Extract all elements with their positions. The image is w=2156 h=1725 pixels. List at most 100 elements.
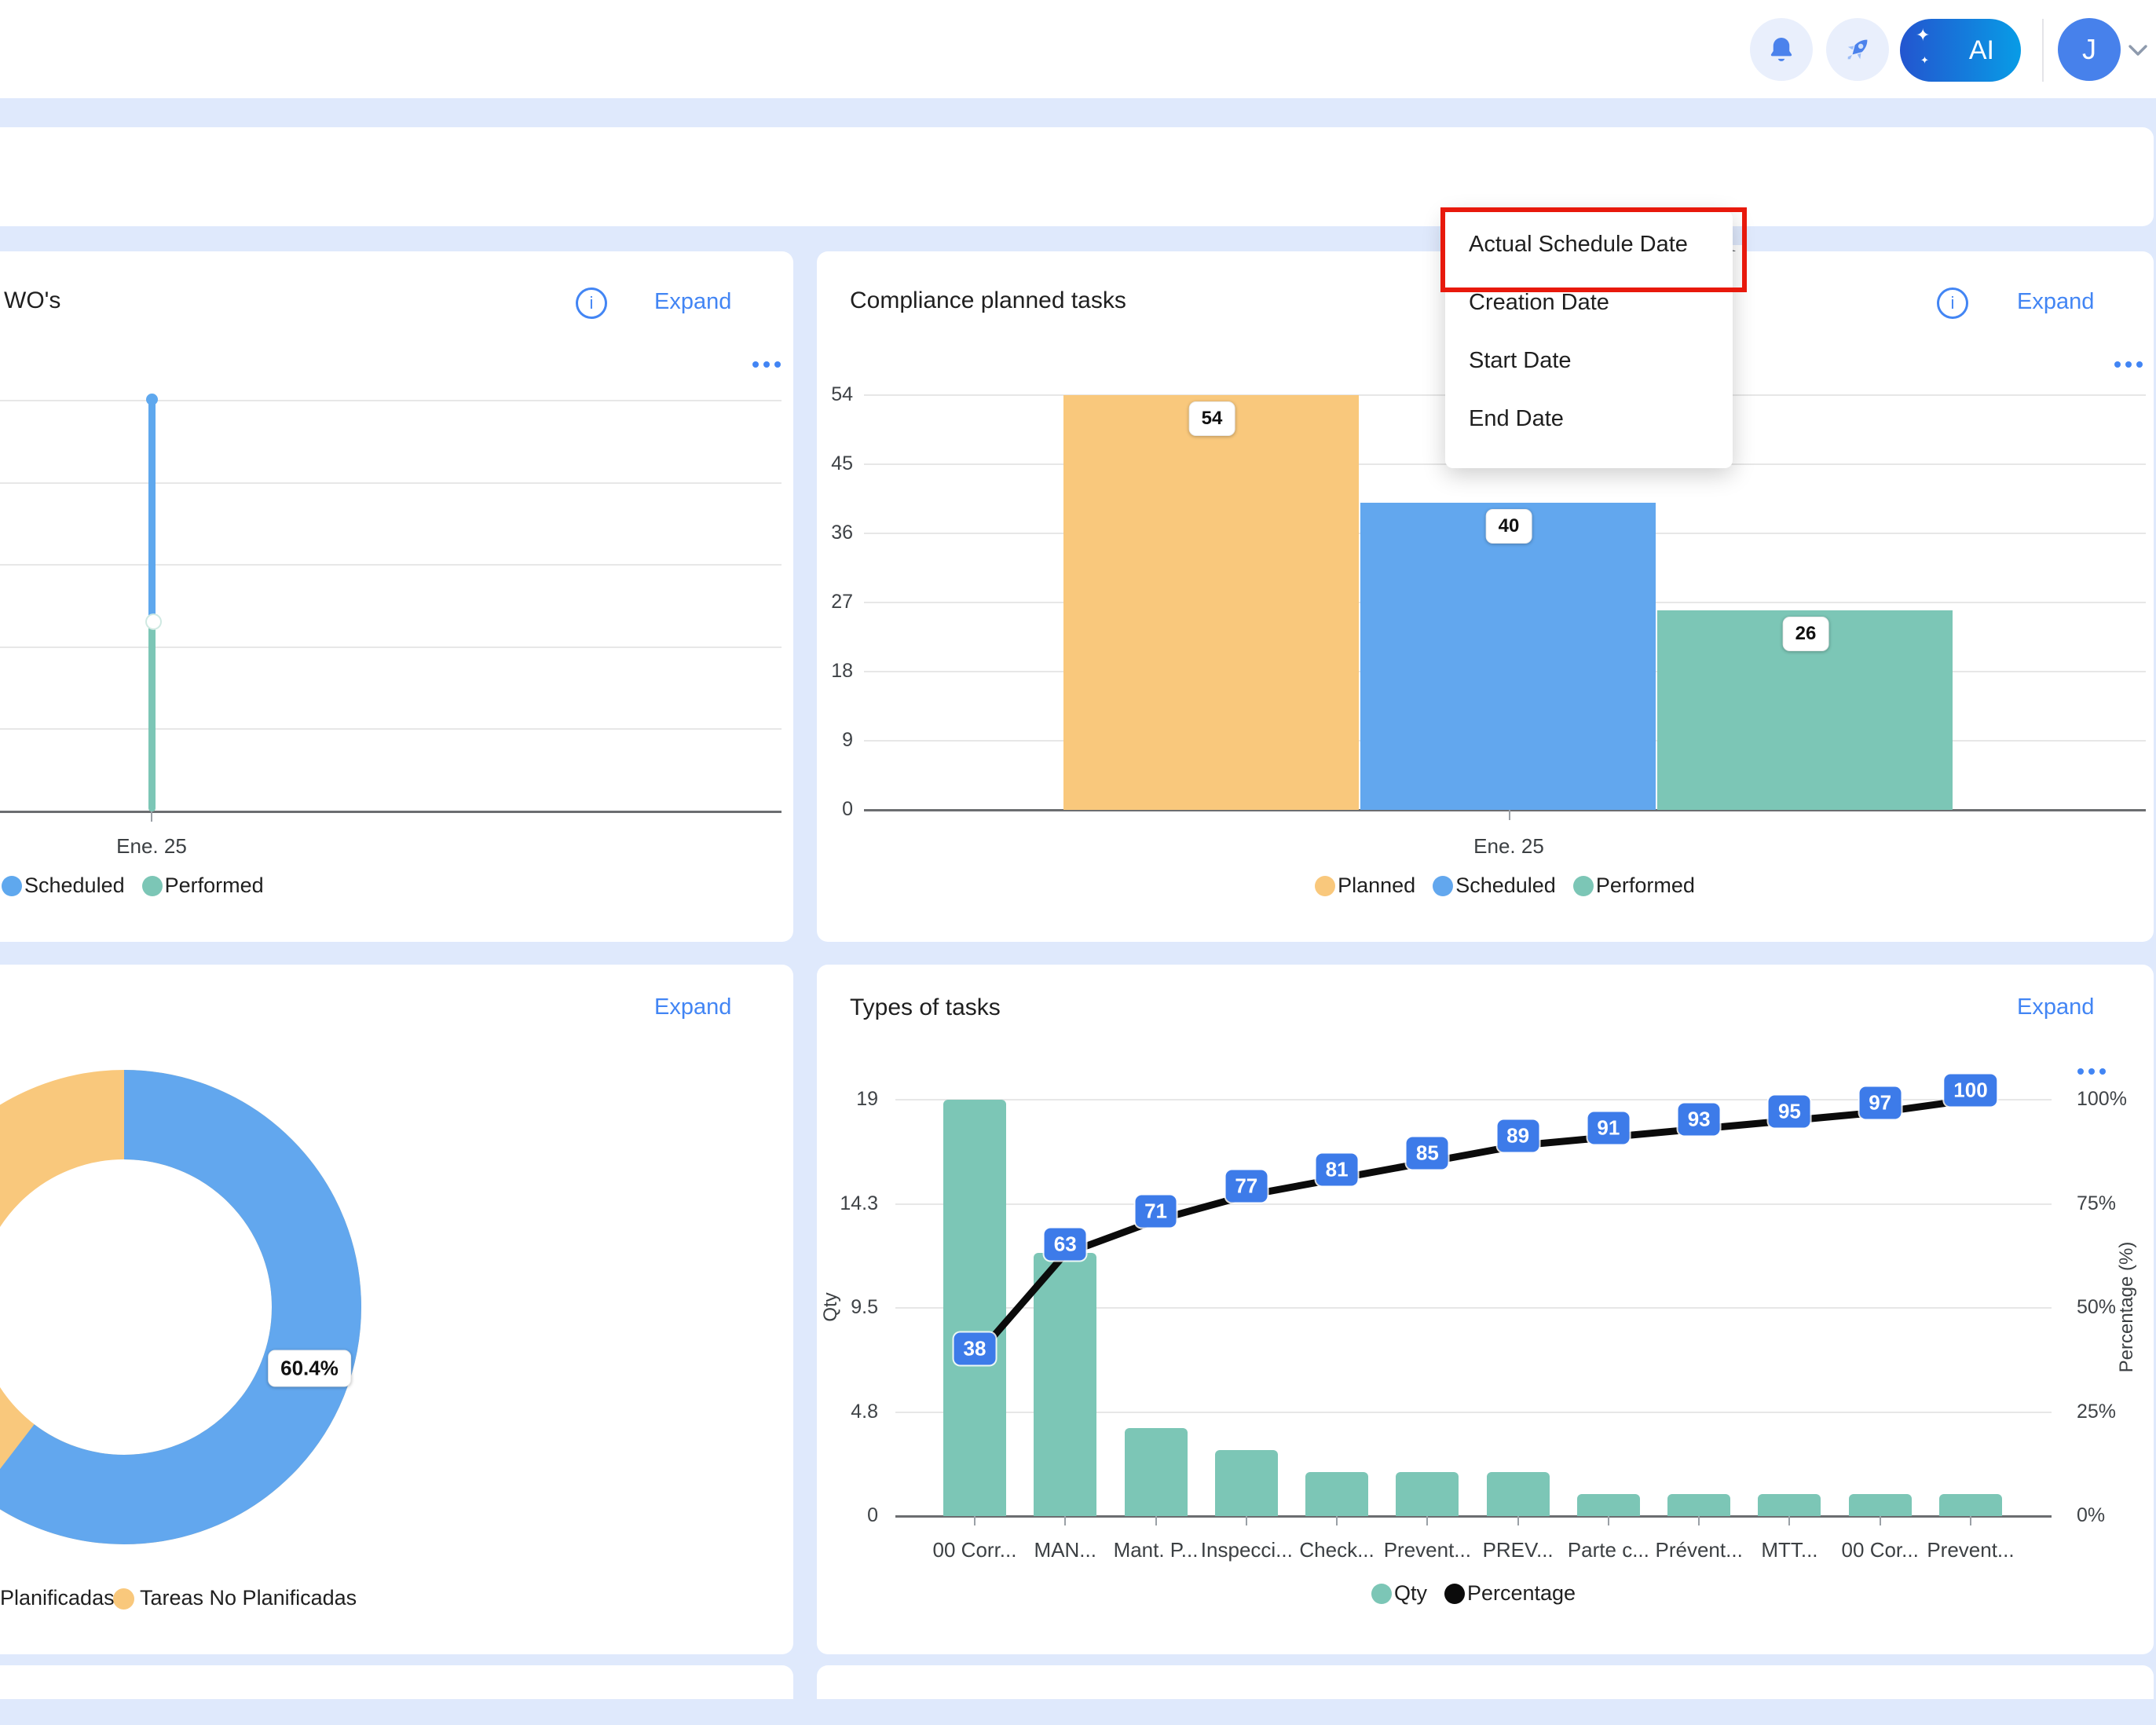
bell-icon — [1766, 34, 1797, 65]
line-data-label: 71 — [1135, 1195, 1177, 1227]
legend-swatch — [142, 876, 163, 896]
x-axis-label: Ene. 25 — [1430, 834, 1587, 859]
ai-button-label: AI — [1969, 35, 1994, 66]
rocket-icon — [1841, 33, 1874, 66]
ai-assistant-button[interactable]: ✦✦ AI — [1900, 19, 2021, 82]
legend-item-planificadas[interactable]: Planificadas — [0, 1586, 115, 1610]
types-expand-link[interactable]: Expand — [2017, 994, 2094, 1020]
legend-swatch — [1315, 876, 1335, 896]
sparkles-icon: ✦✦ — [1916, 27, 1930, 65]
planned-tasks-donut-chart — [0, 1062, 369, 1557]
avatar[interactable]: J — [2058, 18, 2121, 81]
compliance-card-title: Compliance planned tasks — [850, 288, 1126, 314]
line-data-label: 93 — [1678, 1104, 1720, 1136]
types-more-menu-icon[interactable] — [2077, 1068, 2106, 1075]
y-tick-label: 0 — [789, 798, 853, 821]
legend-label: Qty — [1394, 1581, 1427, 1606]
x-axis-line — [0, 811, 782, 813]
chart-legend: Qty Percentage — [895, 1581, 2052, 1606]
right-axis-title: Percentage (%) — [2116, 1203, 2138, 1411]
line-data-label: 97 — [1859, 1086, 1901, 1119]
legend-label: Percentage — [1467, 1581, 1576, 1606]
y-tick-label: 18 — [789, 660, 853, 683]
legend-swatch-no-planificadas — [113, 1588, 134, 1610]
bar-scheduled — [1360, 503, 1656, 810]
legend-item-percentage[interactable]: Percentage — [1444, 1581, 1576, 1606]
x-axis-label: Prevent... — [1382, 1538, 1473, 1562]
legend-item-performed[interactable]: Performed — [142, 873, 264, 898]
series-segment-performed — [148, 621, 156, 811]
x-axis-label: 00 Corr... — [929, 1538, 1020, 1562]
legend-item-planned[interactable]: Planned — [1315, 873, 1415, 898]
bar-planned — [1063, 395, 1359, 810]
notifications-button[interactable] — [1750, 18, 1813, 81]
y-tick-label: 45 — [789, 452, 853, 475]
donut-data-label: 60.4% — [268, 1350, 351, 1387]
legend-item-scheduled[interactable]: Scheduled — [1433, 873, 1556, 898]
line-data-label: 95 — [1769, 1095, 1810, 1127]
chart-legend: Planned Scheduled Performed — [864, 873, 2146, 898]
legend-label: Scheduled — [1455, 873, 1556, 898]
x-axis-label: PREV... — [1473, 1538, 1564, 1562]
legend-item-no-planificadas[interactable]: Tareas No Planificadas — [140, 1586, 357, 1610]
left-y-tick-label: 19 — [811, 1088, 878, 1111]
left-axis-title: Qty — [820, 1260, 842, 1354]
legend-label: Planned — [1338, 873, 1415, 898]
legend-swatch — [2, 876, 22, 896]
x-axis-label: MTT... — [1744, 1538, 1835, 1562]
header-divider — [2042, 19, 2044, 82]
bar-data-label-planned: 54 — [1189, 401, 1235, 436]
legend-label: Performed — [1596, 873, 1695, 898]
line-data-label: 85 — [1407, 1137, 1448, 1169]
donut-expand-link[interactable]: Expand — [654, 994, 731, 1020]
x-tick — [1509, 810, 1510, 820]
dropdown-item-actual-schedule-date[interactable]: Actual Schedule Date — [1445, 215, 1733, 273]
dropdown-item-creation-date[interactable]: Creation Date — [1445, 273, 1733, 331]
legend-item-performed[interactable]: Performed — [1573, 873, 1695, 898]
x-axis-label: Prevent... — [1925, 1538, 2016, 1562]
x-axis-label: Mant. P... — [1111, 1538, 1202, 1562]
left-y-tick-label: 4.8 — [811, 1401, 878, 1423]
legend-swatch — [1444, 1584, 1465, 1604]
types-card-title: Types of tasks — [850, 994, 1001, 1021]
series-segment-scheduled — [148, 401, 156, 621]
compliance-info-icon[interactable]: i — [1937, 288, 1968, 319]
x-axis-label: Parte c... — [1563, 1538, 1654, 1562]
left-y-tick-label: 0 — [811, 1504, 878, 1527]
y-tick-label: 54 — [789, 383, 853, 406]
card-next-row-right — [817, 1665, 2154, 1699]
account-chevron-down-icon[interactable] — [2127, 43, 2149, 57]
launcher-button[interactable] — [1826, 18, 1889, 81]
wos-info-icon[interactable]: i — [576, 288, 607, 319]
right-y-tick-label: 0% — [2077, 1504, 2155, 1527]
wos-expand-link[interactable]: Expand — [654, 289, 731, 315]
x-axis-label: Check... — [1291, 1538, 1382, 1562]
dropdown-item-end-date[interactable]: End Date — [1445, 390, 1733, 448]
bar-data-label-scheduled: 40 — [1486, 509, 1532, 544]
y-tick-label: 27 — [789, 591, 853, 613]
left-y-tick-label: 14.3 — [811, 1192, 878, 1215]
bar-data-label-performed: 26 — [1783, 617, 1829, 651]
x-axis-label: MAN... — [1019, 1538, 1111, 1562]
dropdown-item-start-date[interactable]: Start Date — [1445, 331, 1733, 390]
gridline — [0, 400, 782, 401]
avatar-initial: J — [2082, 33, 2096, 66]
gridline — [0, 728, 782, 730]
date-type-dropdown: Actual Schedule DateCreation DateStart D… — [1445, 211, 1733, 468]
data-point — [145, 613, 162, 630]
line-data-label: 91 — [1587, 1112, 1629, 1144]
line-data-label: 100 — [1944, 1075, 1997, 1107]
wos-more-menu-icon[interactable] — [752, 361, 781, 368]
x-axis-label: Prévent... — [1653, 1538, 1744, 1562]
gridline — [0, 646, 782, 648]
cumulative-percentage-line — [895, 1084, 2083, 1540]
line-data-label: 81 — [1316, 1153, 1358, 1185]
compliance-expand-link[interactable]: Expand — [2017, 289, 2094, 315]
gridline — [0, 482, 782, 484]
legend-item-qty[interactable]: Qty — [1371, 1581, 1427, 1606]
x-tick — [151, 811, 152, 822]
filters-toolbar: Actual Schedule Date 2025-01-01 / 2025-0… — [0, 127, 2154, 226]
compliance-more-menu-icon[interactable] — [2114, 361, 2143, 368]
legend-item-scheduled[interactable]: Scheduled — [2, 873, 125, 898]
wos-card-title: WO's — [4, 288, 60, 314]
